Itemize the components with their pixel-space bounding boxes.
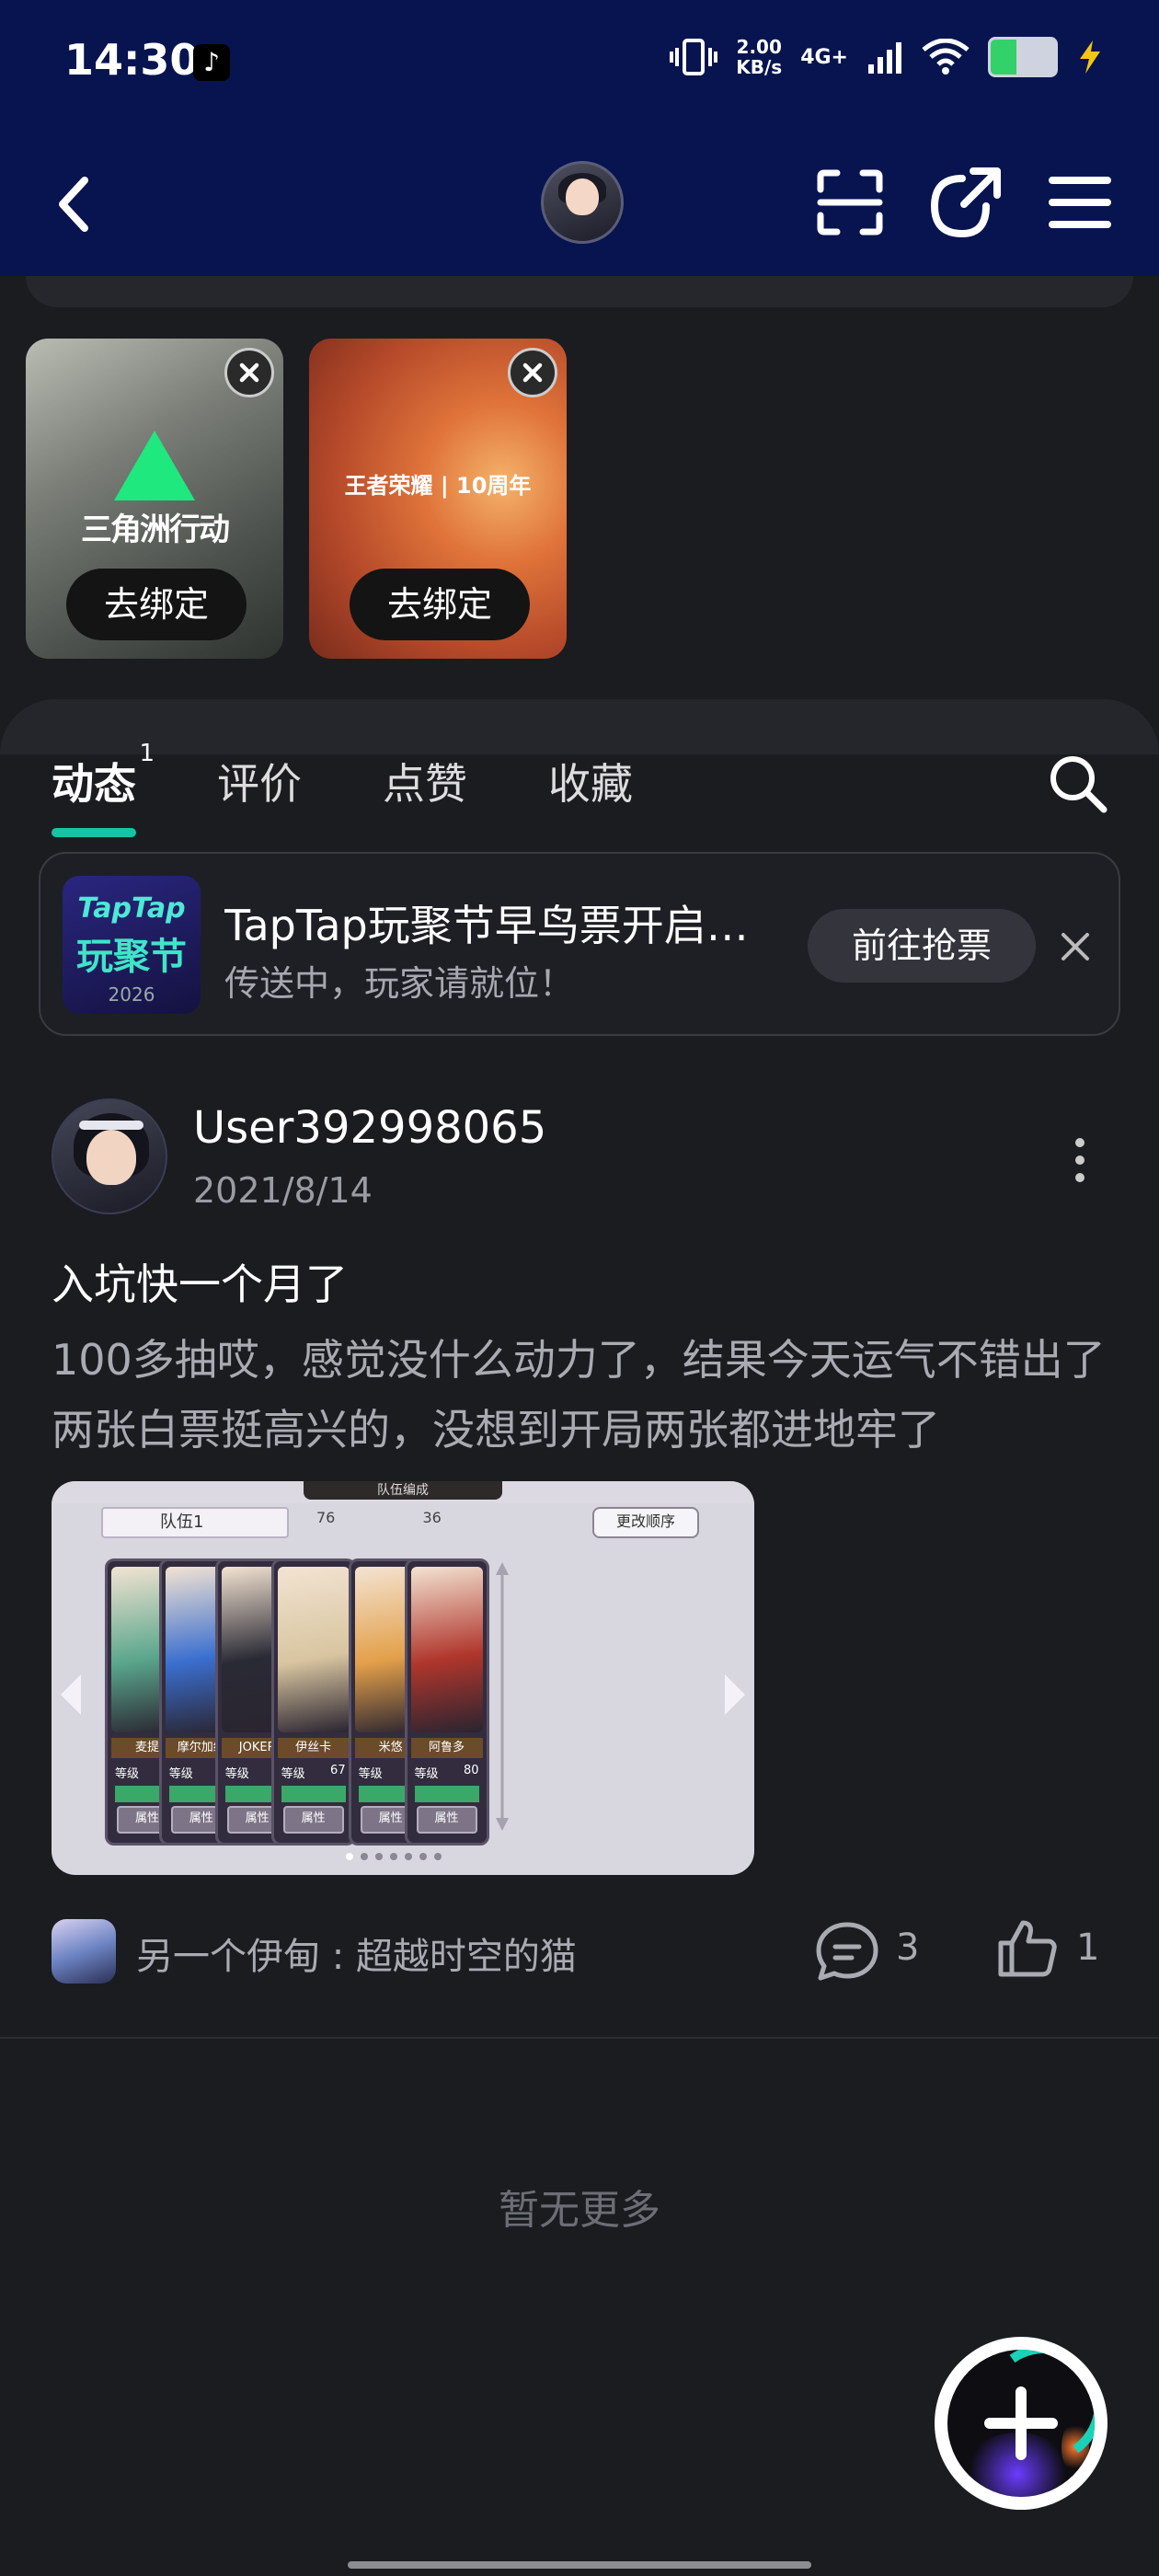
network-speed-unit: KB/s bbox=[736, 56, 783, 78]
more-options-icon[interactable] bbox=[1067, 1135, 1093, 1185]
level-label: 等级 bbox=[414, 1767, 439, 1781]
wifi-icon bbox=[922, 39, 970, 75]
character-stat-bar bbox=[281, 1786, 346, 1802]
game-logo: 三角洲行动 bbox=[81, 431, 230, 548]
character-name: 伊丝卡 bbox=[277, 1738, 350, 1758]
game-logo-text: 王者荣耀 | 10周年 bbox=[344, 473, 532, 499]
change-order-button: 更改顺序 bbox=[592, 1507, 699, 1538]
comment-icon[interactable] bbox=[815, 1921, 879, 1982]
like-count: 1 bbox=[1076, 1926, 1100, 1969]
team-label: 队伍1 bbox=[160, 1512, 204, 1532]
no-more-text: 暂无更多 bbox=[499, 2187, 660, 2234]
battery-icon bbox=[988, 37, 1058, 77]
tab-activity[interactable]: 动态 1 bbox=[52, 740, 155, 837]
level-label: 等级 bbox=[358, 1767, 383, 1781]
character-level: 等级 67 bbox=[281, 1764, 346, 1781]
create-post-button[interactable] bbox=[935, 2337, 1107, 2510]
character-cards: 麦提等级78属性摩尔加纳等级80属性JOKER等级80属性伊丝卡等级67属性米悠… bbox=[105, 1558, 701, 1846]
post-image[interactable]: 队伍编成 队伍1 76 36 更改顺序 麦提等级78属性摩尔加纳等级80属性JO… bbox=[52, 1481, 754, 1875]
level-label: 等级 bbox=[281, 1767, 305, 1781]
get-ticket-button[interactable]: 前往抢票 bbox=[808, 909, 1036, 983]
arrow-left-icon bbox=[61, 1674, 81, 1715]
attribute-button: 属性 bbox=[282, 1806, 344, 1834]
status-time: 14:30 bbox=[64, 35, 200, 85]
avatar[interactable] bbox=[52, 1098, 167, 1214]
level-label: 等级 bbox=[168, 1767, 193, 1781]
team-stat-1: 76 bbox=[316, 1509, 336, 1526]
bind-button[interactable]: 去绑定 bbox=[66, 569, 247, 640]
scan-icon[interactable] bbox=[817, 169, 883, 236]
character-card: 伊丝卡等级 67 属性 bbox=[270, 1558, 356, 1846]
promo-thumbnail: TapTap 玩聚节 2026 bbox=[63, 876, 201, 1014]
tab-favorites[interactable]: 收藏 bbox=[548, 743, 633, 826]
divider bbox=[0, 2037, 1159, 2039]
network-speed-value: 2.00 bbox=[736, 36, 782, 58]
character-art bbox=[410, 1567, 483, 1732]
profile-tabs: 动态 1 评价 点赞 收藏 bbox=[52, 740, 714, 837]
status-bar: 14:30 ♪ 2.00 KB/s 4G+ bbox=[0, 0, 1159, 129]
level-value: 80 bbox=[463, 1764, 479, 1777]
level-value: 67 bbox=[330, 1764, 346, 1777]
character-card: 阿鲁多等级 80 属性 bbox=[404, 1558, 489, 1846]
back-button[interactable] bbox=[55, 177, 92, 232]
home-indicator[interactable] bbox=[348, 2561, 811, 2569]
menu-icon[interactable] bbox=[1047, 173, 1113, 232]
arrow-right-icon bbox=[725, 1674, 745, 1715]
top-nav-bar bbox=[0, 129, 1159, 276]
game-name[interactable]: 另一个伊甸 : 超越时空的猫 bbox=[136, 1926, 577, 1980]
tab-badge: 1 bbox=[139, 740, 155, 767]
tab-likes[interactable]: 点赞 bbox=[383, 743, 467, 826]
team-stat-2: 36 bbox=[422, 1509, 442, 1526]
game-icon[interactable] bbox=[52, 1919, 116, 1984]
vibrate-icon bbox=[670, 39, 718, 75]
team-stats: 76 36 bbox=[291, 1509, 442, 1526]
promo-thumb-title: 玩聚节 bbox=[76, 936, 187, 978]
attribute-button: 属性 bbox=[416, 1806, 477, 1834]
image-title-tab: 队伍编成 bbox=[304, 1481, 502, 1500]
promo-thumb-brand: TapTap bbox=[77, 892, 186, 925]
bound-game-card[interactable]: 王者荣耀 | 10周年 去绑定 bbox=[309, 339, 567, 659]
character-stat-bar bbox=[414, 1786, 479, 1802]
search-icon[interactable] bbox=[1047, 753, 1107, 813]
promo-subtitle: 传送中，玩家请就位！ bbox=[224, 963, 575, 1004]
signal-icon bbox=[868, 42, 901, 74]
carousel-dots bbox=[346, 1853, 475, 1862]
post-title[interactable]: 入坑快一个月了 bbox=[52, 1251, 348, 1312]
profile-card-edge bbox=[26, 276, 1133, 307]
character-name: 阿鲁多 bbox=[410, 1738, 483, 1758]
plus-icon bbox=[984, 2386, 1058, 2460]
share-icon[interactable] bbox=[929, 166, 1003, 239]
post-date: 2021/8/14 bbox=[193, 1170, 373, 1211]
promo-banner[interactable]: TapTap 玩聚节 2026 TapTap玩聚节早鸟票开启… 传送中，玩家请就… bbox=[39, 852, 1120, 1036]
level-label: 等级 bbox=[115, 1767, 140, 1781]
bind-button[interactable]: 去绑定 bbox=[350, 569, 530, 640]
comment-count: 3 bbox=[896, 1926, 920, 1969]
header-avatar[interactable] bbox=[541, 161, 624, 244]
tiktok-icon: ♪ bbox=[193, 44, 230, 81]
like-icon[interactable] bbox=[997, 1917, 1058, 1978]
status-icons: 2.00 KB/s 4G+ bbox=[670, 37, 1104, 77]
close-icon[interactable] bbox=[224, 348, 274, 397]
post-body[interactable]: 100多抽哎，感觉没什么动力了，结果今天运气不错出了两张白票挺高兴的，没想到开局… bbox=[52, 1325, 1109, 1465]
network-type: 4G+ bbox=[800, 45, 848, 69]
close-icon[interactable] bbox=[508, 348, 557, 397]
level-label: 等级 bbox=[224, 1767, 249, 1781]
charging-icon bbox=[1080, 40, 1100, 74]
promo-thumb-year: 2026 bbox=[108, 983, 155, 1006]
promo-title: TapTap玩聚节早鸟票开启… bbox=[224, 901, 749, 950]
post-username[interactable]: User392998065 bbox=[193, 1102, 546, 1154]
character-level: 等级 80 bbox=[415, 1764, 479, 1781]
character-art bbox=[277, 1567, 350, 1732]
game-logo-text: 三角洲行动 bbox=[81, 512, 230, 548]
close-icon[interactable] bbox=[1060, 931, 1091, 962]
bound-game-card[interactable]: 三角洲行动 去绑定 bbox=[26, 339, 283, 659]
tab-label: 动态 bbox=[52, 759, 136, 809]
tab-reviews[interactable]: 评价 bbox=[217, 743, 302, 826]
network-speed: 2.00 KB/s bbox=[736, 37, 782, 77]
